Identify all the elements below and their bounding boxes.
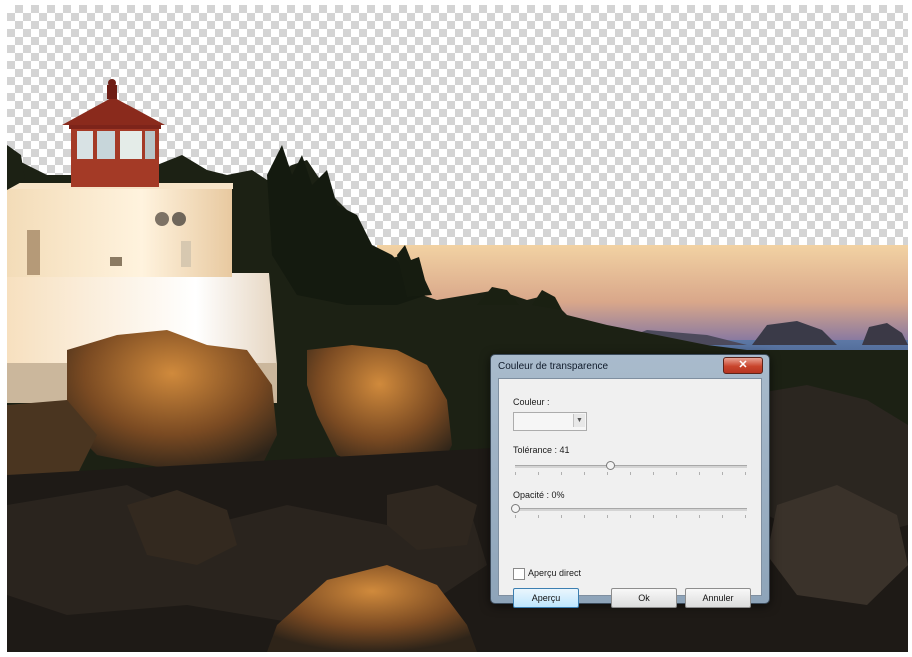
dialog-titlebar[interactable]: Couleur de transparence ✕ <box>491 355 769 379</box>
tolerance-label: Tolérance : 41 <box>513 445 570 455</box>
dialog-title: Couleur de transparence <box>498 361 609 372</box>
live-preview-checkbox[interactable] <box>513 568 525 580</box>
tolerance-slider-track[interactable] <box>515 465 747 468</box>
opacity-slider-thumb[interactable] <box>511 504 520 513</box>
color-combobox[interactable]: ▼ <box>513 412 587 431</box>
image-canvas[interactable]: Couleur de transparence ✕ Couleur : ▼ To… <box>7 5 908 652</box>
color-label: Couleur : <box>513 397 550 407</box>
cancel-button[interactable]: Annuler <box>685 588 751 608</box>
live-preview-label: Aperçu direct <box>528 568 582 578</box>
opacity-label: Opacité : 0% <box>513 490 565 500</box>
chevron-down-icon[interactable]: ▼ <box>573 414 585 427</box>
opacity-slider-ticks <box>515 515 747 518</box>
ok-button[interactable]: Ok <box>611 588 677 608</box>
tolerance-slider-thumb[interactable] <box>606 461 616 470</box>
transparency-color-dialog: Couleur de transparence ✕ Couleur : ▼ To… <box>490 354 770 608</box>
tolerance-slider-ticks <box>515 472 747 475</box>
close-icon: ✕ <box>738 359 748 371</box>
opacity-slider-track[interactable] <box>515 508 747 511</box>
close-button[interactable]: ✕ <box>723 357 763 374</box>
preview-button[interactable]: Aperçu <box>513 588 579 608</box>
lighthouse-photo <box>7 79 908 652</box>
dialog-body: Couleur : ▼ Tolérance : 41 Opacité : 0% … <box>498 378 762 608</box>
